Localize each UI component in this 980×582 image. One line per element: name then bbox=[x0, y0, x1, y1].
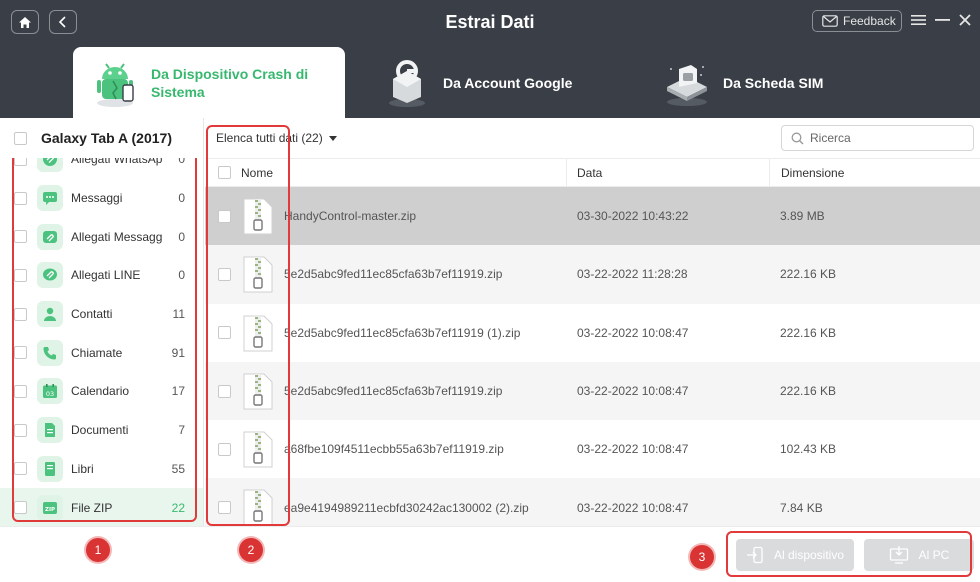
table-row[interactable]: 5e2d5abc9fed11ec85cfa63b7ef11919.zip 03-… bbox=[205, 245, 980, 304]
annotation-box-3 bbox=[726, 531, 972, 577]
hamburger-menu-icon bbox=[910, 15, 926, 25]
annotation-box-2 bbox=[206, 125, 290, 526]
file-name: 5e2d5abc9fed11ec85cfa63b7ef11919.zip bbox=[284, 384, 503, 399]
file-name: HandyControl-master.zip bbox=[284, 209, 417, 224]
search-icon bbox=[791, 132, 804, 144]
menu-button[interactable] bbox=[909, 10, 927, 30]
tab-google-account-label: Da Account Google bbox=[443, 74, 573, 91]
header-bar: Estrai Dati Feedback Da Dispositivo Cras… bbox=[0, 0, 980, 118]
file-size: 222.16 KB bbox=[780, 325, 837, 340]
file-size: 7.84 KB bbox=[780, 500, 823, 515]
column-header-date-label: Data bbox=[577, 165, 603, 180]
file-date: 03-22-2022 10:08:47 bbox=[577, 500, 689, 515]
annotation-badge-3: 3 bbox=[690, 545, 714, 569]
select-all-categories-checkbox[interactable] bbox=[14, 131, 27, 145]
column-header-date[interactable]: Data bbox=[566, 158, 602, 187]
tab-sim-card-label: Da Scheda SIM bbox=[723, 74, 824, 91]
minimize-icon bbox=[934, 19, 950, 21]
file-name: 5e2d5abc9fed11ec85cfa63b7ef11919 (1).zip bbox=[284, 325, 521, 340]
tab-system-crash[interactable]: Da Dispositivo Crash di Sistema bbox=[73, 47, 345, 118]
file-size: 3.89 MB bbox=[780, 209, 825, 224]
file-name: 5e2d5abc9fed11ec85cfa63b7ef11919.zip bbox=[284, 267, 503, 282]
search-input[interactable] bbox=[810, 131, 970, 145]
search-box[interactable] bbox=[781, 125, 974, 151]
feedback-button[interactable]: Feedback bbox=[812, 10, 902, 32]
column-header-size-label: Dimensione bbox=[781, 165, 845, 180]
minimize-button[interactable] bbox=[933, 10, 951, 30]
tab-google-account[interactable]: Da Account Google bbox=[365, 47, 615, 118]
feedback-label: Feedback bbox=[843, 14, 896, 28]
android-crash-icon bbox=[97, 62, 134, 107]
sim-card-icon bbox=[667, 64, 707, 106]
close-button[interactable] bbox=[956, 10, 974, 30]
file-table-body: HandyControl-master.zip 03-30-2022 10:43… bbox=[205, 187, 980, 526]
list-toolbar: Elenca tutti dati (22) bbox=[205, 118, 980, 158]
file-date: 03-30-2022 10:43:22 bbox=[577, 209, 689, 224]
table-header: Nome Data Dimensione bbox=[205, 158, 980, 187]
table-row[interactable]: 5e2d5abc9fed11ec85cfa63b7ef11919 (1).zip… bbox=[205, 304, 980, 362]
table-row[interactable]: ea9e4194989211ecbfd30242ac130002 (2).zip… bbox=[205, 478, 980, 526]
file-name: a68fbe109f4511ecbb55a63b7ef11919.zip bbox=[284, 442, 504, 457]
table-row[interactable]: a68fbe109f4511ecbb55a63b7ef11919.zip 03-… bbox=[205, 420, 980, 478]
tab-system-crash-label: Da Dispositivo Crash di Sistema bbox=[151, 65, 309, 100]
annotation-badge-2: 2 bbox=[239, 538, 263, 562]
file-date: 03-22-2022 10:08:47 bbox=[577, 384, 689, 399]
file-name: ea9e4194989211ecbfd30242ac130002 (2).zip bbox=[284, 500, 529, 515]
device-name: Galaxy Tab A (2017) bbox=[41, 130, 172, 146]
file-date: 03-22-2022 10:08:47 bbox=[577, 325, 689, 340]
annotation-badge-1: 1 bbox=[86, 538, 110, 562]
google-account-icon bbox=[389, 59, 425, 107]
table-row[interactable]: 5e2d5abc9fed11ec85cfa63b7ef11919.zip 03-… bbox=[205, 361, 980, 421]
annotation-box-1 bbox=[12, 125, 197, 522]
table-row[interactable]: HandyControl-master.zip 03-30-2022 10:43… bbox=[205, 187, 980, 246]
mail-icon bbox=[822, 15, 838, 27]
file-size: 222.16 KB bbox=[780, 267, 837, 282]
tab-sim-card[interactable]: Da Scheda SIM bbox=[645, 47, 885, 118]
sidebar-header: Galaxy Tab A (2017) bbox=[0, 118, 203, 158]
file-size: 102.43 KB bbox=[780, 442, 837, 457]
file-date: 03-22-2022 11:28:28 bbox=[577, 267, 688, 282]
file-list-panel: Elenca tutti dati (22) Nome Data Dimensi… bbox=[205, 118, 980, 526]
file-size: 222.16 KB bbox=[780, 384, 837, 399]
close-icon bbox=[959, 14, 971, 26]
caret-down-icon bbox=[328, 135, 337, 141]
column-header-size[interactable]: Dimensione bbox=[769, 158, 844, 187]
file-date: 03-22-2022 10:08:47 bbox=[577, 442, 689, 457]
